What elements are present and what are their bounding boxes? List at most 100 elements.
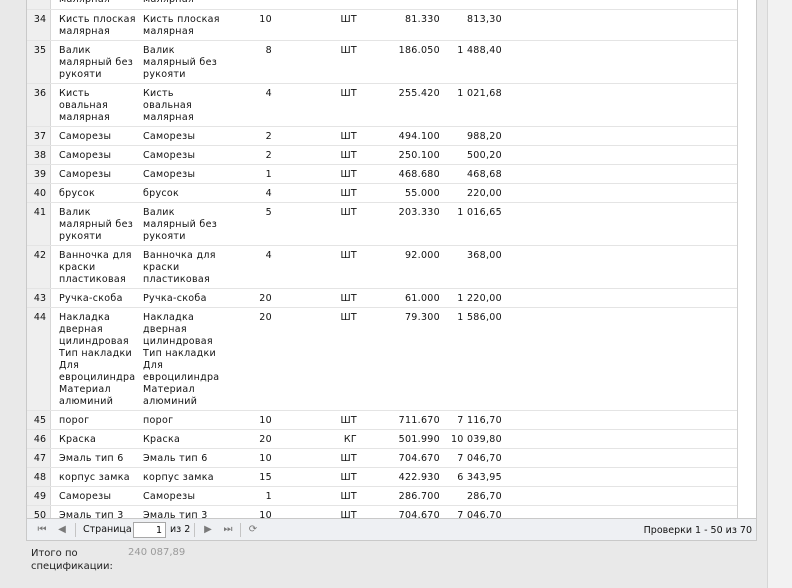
name-cell: малярная: [143, 0, 221, 6]
name-line: малярная: [143, 26, 194, 37]
table-row[interactable]: 40 брусок брусок 4 ШТ 55.000 220,00: [27, 184, 737, 203]
next-page-icon[interactable]: ▶: [201, 523, 215, 537]
unit-cell: ШТ: [340, 250, 357, 261]
row-number-cell: 48: [27, 468, 51, 486]
sum-cell: 7 046,70: [457, 510, 502, 518]
name-line: рукояти: [143, 69, 186, 80]
unit-cell: КГ: [343, 434, 357, 445]
name-line: алюминий: [59, 396, 114, 407]
prev-page-icon[interactable]: ◀: [55, 523, 69, 537]
price-cell: 494.100: [398, 131, 440, 142]
specification-grid: малярнаямалярная34Кисть плоскаямалярнаяК…: [26, 0, 757, 541]
price-cell: 501.990: [398, 434, 440, 445]
table-row[interactable]: 46 Краска Краска 20 КГ 501.990 10 039,80: [27, 430, 737, 449]
sum-cell: 1 488,40: [457, 45, 502, 56]
row-number-cell: 47: [27, 449, 51, 467]
table-row[interactable]: 48 корпус замка корпус замка 15 ШТ 422.930 6 3…: [27, 468, 737, 487]
name-line: Материал: [143, 384, 195, 395]
name-line: Ручка-скоба: [143, 293, 207, 304]
table-row[interactable]: 34 Кисть плоская малярная Кисть плоская маля…: [27, 10, 737, 41]
name-cell: Валик малярный без рукояти: [59, 207, 137, 243]
sum-cell: 368,00: [466, 250, 502, 261]
row-number-cell: 49: [27, 487, 51, 505]
table-row[interactable]: 37 Саморезы Саморезы 2 ШТ 494.100 988,20: [27, 127, 737, 146]
name-line: Валик: [59, 207, 91, 218]
row-number-cell: 37: [27, 127, 51, 145]
name-cell: корпус замка: [59, 472, 137, 484]
unit-cell: ШТ: [340, 293, 357, 304]
name-cell-2: Валик малярный без рукояти: [143, 207, 221, 243]
table-row[interactable]: 39 Саморезы Саморезы 1 ШТ 468.680 468,68: [27, 165, 737, 184]
name-line: рукояти: [143, 231, 186, 242]
last-page-icon[interactable]: ⏭: [221, 523, 235, 537]
quantity-cell: 4: [265, 188, 272, 199]
name-line: Накладка: [143, 312, 195, 323]
table-row[interactable]: 49 Саморезы Саморезы 1 ШТ 286.700 286,70: [27, 487, 737, 506]
sum-cell: 7 116,70: [457, 415, 502, 426]
table-row[interactable]: 47 Эмаль тип 6 Эмаль тип 6 10 ШТ 704.670 7 046…: [27, 449, 737, 468]
paging-toolbar: ⏮ ◀ Страница из 2 ▶ ⏭ ⟳ Проверки 1 - 50 …: [27, 518, 756, 540]
name-line: Саморезы: [143, 169, 196, 180]
table-row[interactable]: 36 Кисть овальная малярная Кисть овальная маля…: [27, 84, 737, 127]
table-row[interactable]: 35 Валик малярный без рукояти Валик малярный …: [27, 41, 737, 84]
name-line: пластиковая: [59, 274, 127, 285]
sum-cell: 6 343,95: [457, 472, 502, 483]
name-cell: брусок: [59, 188, 137, 200]
name-line: Саморезы: [59, 131, 112, 142]
name-line: Валик: [143, 45, 175, 56]
name-line: Для: [59, 360, 80, 371]
name-cell-2: Ванночка для краски пластиковая: [143, 250, 221, 286]
sum-cell: 468,68: [466, 169, 502, 180]
sum-cell: 1 016,65: [457, 207, 502, 218]
unit-cell: ШТ: [340, 453, 357, 464]
name-line: Кисть: [143, 88, 174, 99]
sum-cell: 813,30: [466, 14, 502, 25]
page-label: Страница: [83, 524, 132, 535]
name-line: Эмаль тип 3: [59, 510, 124, 518]
name-line: Саморезы: [59, 150, 112, 161]
price-cell: 250.100: [398, 150, 440, 161]
name-line: Ванночка для: [143, 250, 216, 261]
price-cell: 468.680: [398, 169, 440, 180]
price-cell: 55.000: [404, 188, 440, 199]
name-line: брусок: [143, 188, 180, 199]
row-number-cell: 36: [27, 84, 51, 126]
name-line: краски: [59, 262, 96, 273]
toolbar-separator: [75, 523, 76, 537]
table-row[interactable]: 38 Саморезы Саморезы 2 ШТ 250.100 500,20: [27, 146, 737, 165]
table-row[interactable]: 41 Валик малярный без рукояти Валик малярный …: [27, 203, 737, 246]
quantity-cell: 1: [265, 169, 272, 180]
table-row[interactable]: 42 Ванночка для краски пластиковая Ванночка …: [27, 246, 737, 289]
name-cell-2: корпус замка: [143, 472, 221, 484]
table-row[interactable]: 50 Эмаль тип 3 Эмаль тип 3 10 ШТ 704.670 7 046…: [27, 506, 737, 518]
quantity-cell: 2: [265, 131, 272, 142]
name-line: порог: [143, 415, 174, 426]
name-line: Саморезы: [143, 131, 196, 142]
name-cell: Саморезы: [59, 150, 137, 162]
name-line: малярная: [59, 26, 110, 37]
name-line: порог: [59, 415, 90, 426]
first-page-icon[interactable]: ⏮: [35, 523, 49, 537]
name-line: Эмаль тип 3: [143, 510, 208, 518]
name-line: краски: [143, 262, 180, 273]
table-row[interactable]: 44 Накладка дверная цилиндровая Тип накладки…: [27, 308, 737, 411]
table-row-partial[interactable]: малярная малярная: [27, 0, 737, 10]
sum-cell: 500,20: [466, 150, 502, 161]
table-row[interactable]: 45 порог порог 10 ШТ 711.670 7 116,70: [27, 411, 737, 430]
name-line: Саморезы: [59, 491, 112, 502]
quantity-cell: 4: [265, 250, 272, 261]
quantity-cell: 20: [259, 434, 272, 445]
refresh-icon[interactable]: ⟳: [246, 523, 260, 537]
row-number-cell: 35: [27, 41, 51, 83]
quantity-cell: 5: [265, 207, 272, 218]
table-row[interactable]: 43 Ручка-скоба Ручка-скоба 20 ШТ 61.000 1 220,…: [27, 289, 737, 308]
row-number-cell: 34: [27, 10, 51, 40]
row-number-cell: 40: [27, 184, 51, 202]
page-scrollbar[interactable]: [767, 0, 792, 588]
page-number-input[interactable]: [133, 522, 166, 538]
name-line: малярная: [59, 112, 110, 123]
price-cell: 81.330: [404, 14, 440, 25]
name-line: овальная: [59, 100, 109, 111]
paging-info: Проверки 1 - 50 из 70: [643, 525, 752, 536]
name-line: Кисть плоская: [59, 14, 136, 25]
